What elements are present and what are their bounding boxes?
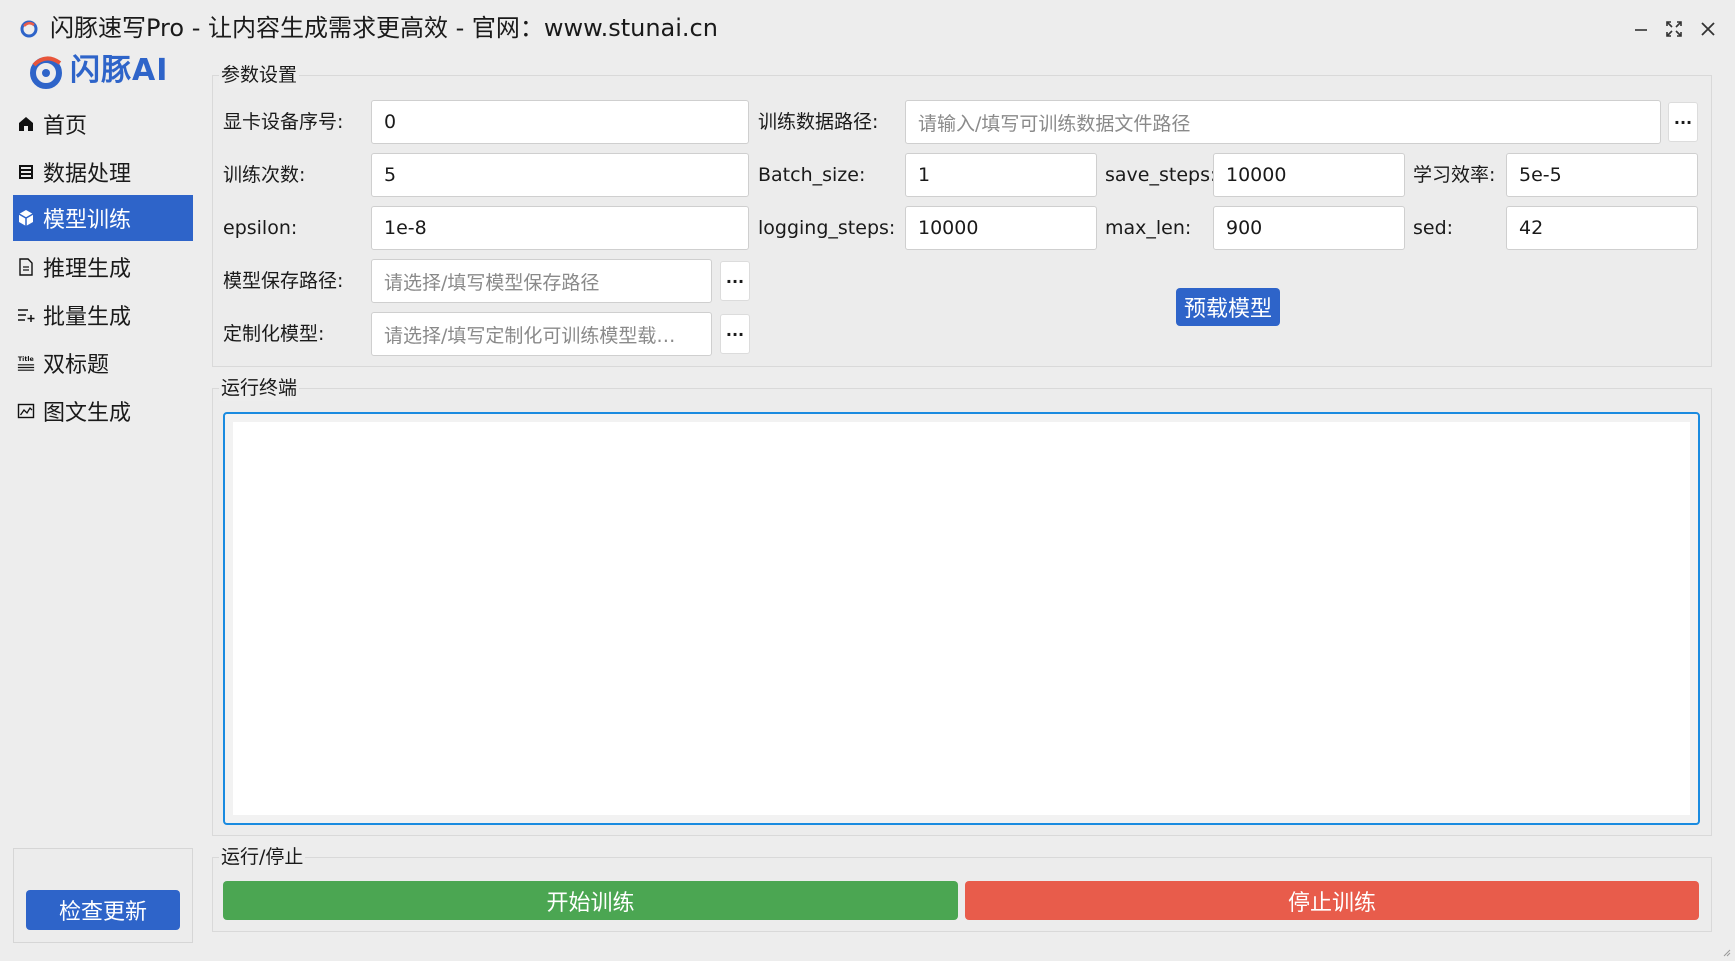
resize-grip-icon[interactable] (1721, 942, 1731, 957)
max-len-label: max_len: (1105, 217, 1192, 239)
train-data-path-input[interactable]: 请输入/填写可训练数据文件路径 (905, 100, 1661, 144)
learning-rate-label: 学习效率: (1413, 164, 1496, 186)
model-save-path-input[interactable]: 请选择/填写模型保存路径 (371, 259, 712, 303)
sidebar-item-dual-title[interactable]: Title 双标题 (13, 340, 193, 386)
document-icon (17, 258, 35, 276)
sidebar-item-label: 双标题 (43, 353, 110, 378)
list-add-icon (17, 306, 35, 324)
sidebar-item-label: 模型训练 (43, 208, 132, 233)
seed-input[interactable]: 42 (1506, 206, 1698, 250)
svg-text:Title: Title (18, 356, 34, 363)
terminal-text-area[interactable] (233, 422, 1690, 815)
custom-model-input[interactable]: 请选择/填写定制化可训练模型载… (371, 312, 712, 356)
minimize-button[interactable] (1626, 14, 1656, 44)
epsilon-input[interactable]: 1e-8 (371, 206, 749, 250)
batch-size-label: Batch_size: (758, 164, 866, 186)
train-path-label: 训练数据路径: (758, 111, 879, 133)
preload-model-button[interactable]: 预载模型 (1176, 288, 1280, 326)
maximize-icon (1666, 21, 1682, 37)
stop-training-button[interactable]: 停止训练 (965, 881, 1699, 920)
sidebar-item-model-training[interactable]: 模型训练 (13, 195, 193, 241)
save-path-browse-button[interactable]: ··· (720, 261, 750, 301)
app-icon (20, 20, 38, 38)
max-len-input[interactable]: 900 (1213, 206, 1405, 250)
brand-logo: 闪豚AI (28, 50, 168, 92)
custom-model-browse-button[interactable]: ··· (720, 314, 750, 354)
list-icon (17, 163, 35, 181)
minimize-icon (1635, 29, 1647, 31)
sidebar-item-label: 推理生成 (43, 257, 132, 282)
maximize-button[interactable] (1659, 14, 1689, 44)
close-icon (1701, 22, 1715, 36)
sidebar-item-label: 批量生成 (43, 305, 132, 330)
title-icon: Title (17, 354, 35, 372)
window-title: 闪豚速写Pro - 让内容生成需求更高效 - 官网：www.stunai.cn (50, 14, 718, 42)
save-path-label: 模型保存路径: (223, 270, 344, 292)
sidebar-item-label: 首页 (43, 114, 88, 139)
logging-steps-label: logging_steps: (758, 217, 896, 239)
cube-icon (17, 209, 35, 227)
dolphin-logo-icon (30, 56, 62, 89)
seed-label: sed: (1413, 217, 1454, 239)
sidebar-item-label: 数据处理 (43, 162, 132, 187)
logging-steps-input[interactable]: 10000 (905, 206, 1097, 250)
epochs-label: 训练次数: (223, 164, 306, 186)
sidebar-item-data-processing[interactable]: 数据处理 (13, 149, 193, 195)
gpu-index-input[interactable]: 0 (371, 100, 749, 144)
save-steps-input[interactable]: 10000 (1213, 153, 1405, 197)
epsilon-label: epsilon: (223, 217, 298, 239)
params-group-title: 参数设置 (219, 62, 300, 88)
close-button[interactable] (1693, 14, 1723, 44)
logo-text: 闪豚AI (70, 53, 169, 88)
sidebar-item-label: 图文生成 (43, 401, 132, 426)
learning-rate-input[interactable]: 5e-5 (1506, 153, 1698, 197)
sidebar-item-batch-generate[interactable]: 批量生成 (13, 292, 193, 338)
sidebar-item-home[interactable]: 首页 (13, 101, 193, 147)
start-training-button[interactable]: 开始训练 (223, 881, 958, 920)
train-path-browse-button[interactable]: ··· (1668, 102, 1698, 142)
save-steps-label: save_steps: (1105, 164, 1217, 186)
custom-model-label: 定制化模型: (223, 323, 325, 345)
terminal-group-title: 运行终端 (219, 375, 300, 401)
run-group-title: 运行/停止 (219, 844, 306, 870)
sidebar-item-inference[interactable]: 推理生成 (13, 244, 193, 290)
image-chart-icon (17, 402, 35, 420)
gpu-label: 显卡设备序号: (223, 111, 344, 133)
epochs-input[interactable]: 5 (371, 153, 749, 197)
batch-size-input[interactable]: 1 (905, 153, 1097, 197)
home-icon (17, 115, 35, 133)
check-update-button[interactable]: 检查更新 (26, 890, 180, 930)
sidebar-item-image-text[interactable]: 图文生成 (13, 388, 193, 434)
